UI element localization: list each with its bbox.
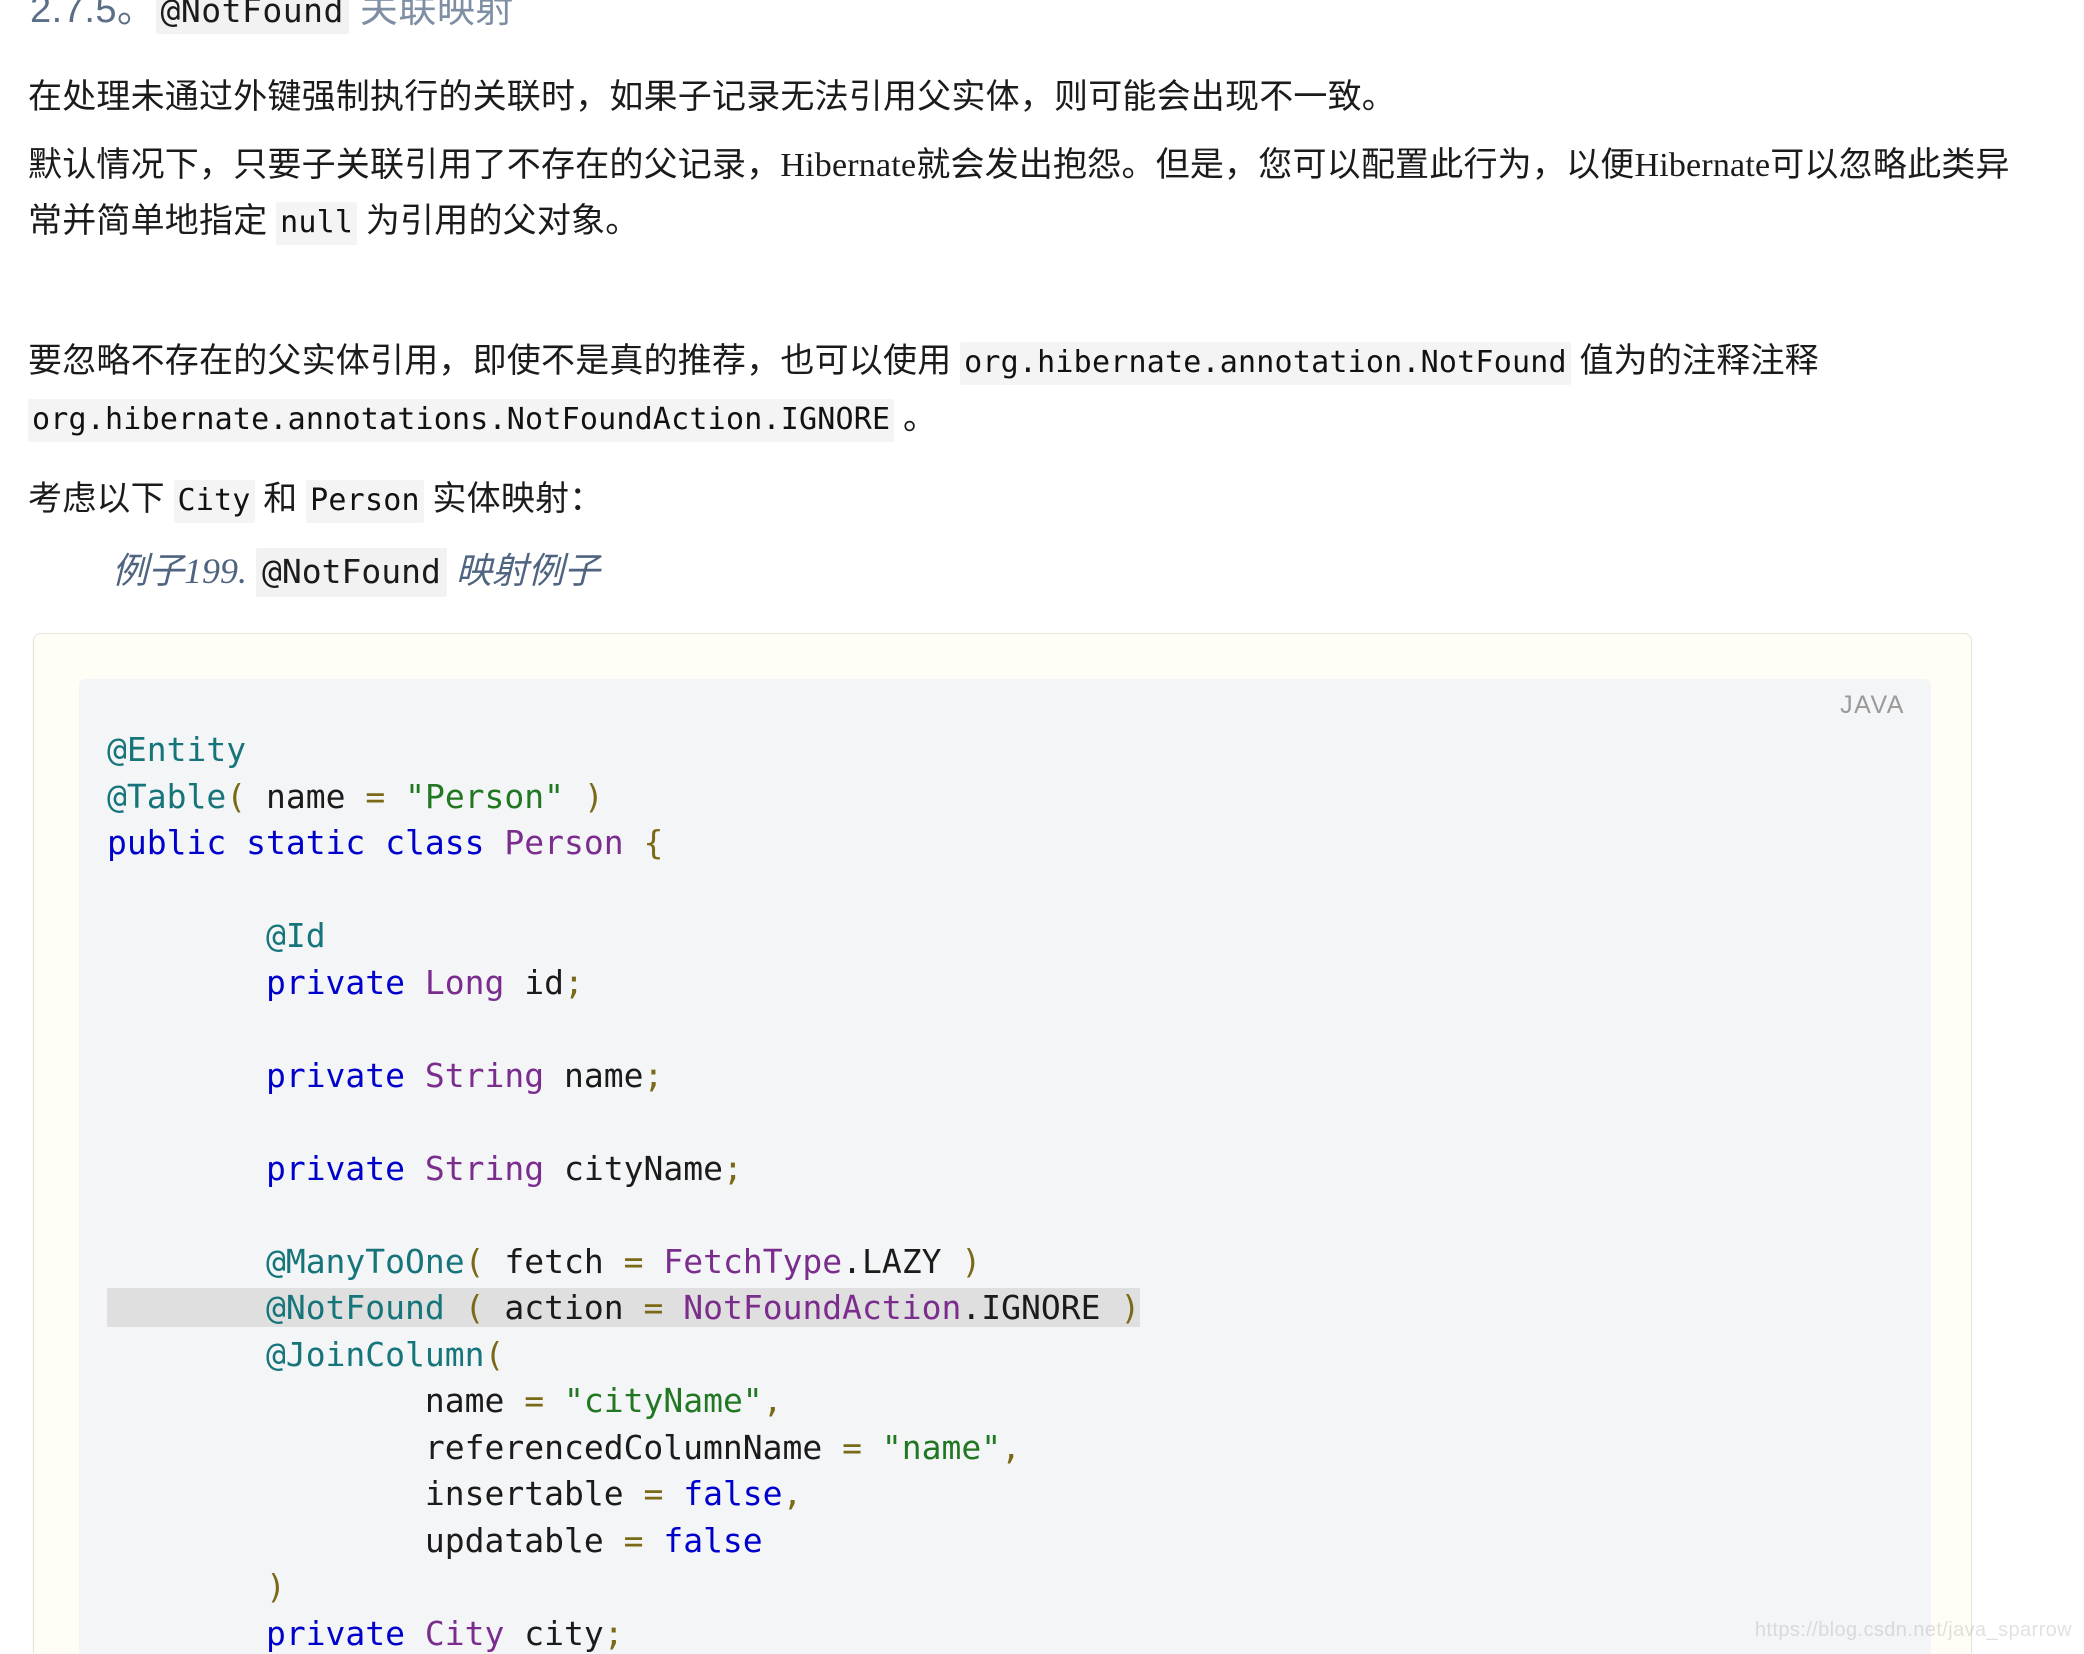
paragraph-ignore-usage-text-c: 。 [894,400,938,437]
paragraph-consider-mapping-text-b: 和 [254,481,307,518]
code-token-null: null [276,202,358,245]
document-page: 2.7.5。 @NotFound 关联映射 在处理未通过外键强制执行的关联时，如果… [0,0,2084,1654]
paragraph-intro-text: 在处理未通过外键强制执行的关联时，如果子记录无法引用父实体，则可能会出现不一致。 [28,79,1396,116]
page-title: 2.7.5。 @NotFound 关联映射 [30,0,514,34]
code-token-notfound-fqn: org.hibernate.annotation.NotFound [960,342,1571,385]
code-panel[interactable]: JAVA @Entity @Table( name = "Person" ) p… [79,679,1931,1654]
paragraph-consider-mapping-text-a: 考虑以下 [28,481,174,518]
example-caption: 例子199. @NotFound 映射例子 [112,542,600,597]
code-token-notfoundaction-ignore: org.hibernate.annotations.NotFoundAction… [28,399,895,442]
code-block[interactable]: @Entity @Table( name = "Person" ) public… [107,727,1141,1654]
paragraph-default-behavior-text-b: 为引用的父对象。 [357,203,640,240]
paragraph-ignore-usage-text-a: 要忽略不存在的父实体引用，即使不是真的推荐，也可以使用 [28,343,961,380]
paragraph-intro: 在处理未通过外键强制执行的关联时，如果子记录无法引用父实体，则可能会出现不一致。 [28,70,2048,126]
example-caption-tail: 映射例子 [455,551,600,591]
code-language-label: JAVA [1840,691,1905,719]
paragraph-consider-mapping-text-c: 实体映射： [423,481,604,518]
example-caption-label: 例子199. [112,551,248,591]
heading-number: 2.7.5。 [30,0,156,31]
heading-tail: 关联映射 [359,0,514,31]
paragraph-ignore-usage: 要忽略不存在的父实体引用，即使不是真的推荐，也可以使用 org.hibernat… [28,334,1928,448]
watermark: https://blog.csdn.net/java_sparrow [1754,1619,2072,1641]
example-caption-code-token: @NotFound [256,548,447,597]
heading-code-token: @NotFound [155,0,349,34]
code-example-card: JAVA @Entity @Table( name = "Person" ) p… [33,633,1972,1654]
paragraph-consider-mapping: 考虑以下 City 和 Person 实体映射： [28,472,1928,529]
paragraph-default-behavior: 默认情况下，只要子关联引用了不存在的父记录，Hibernate就会发出抱怨。但是… [28,138,2028,251]
code-token-city: City [173,480,255,523]
code-token-person: Person [306,480,424,523]
paragraph-ignore-usage-text-b: 值为的注释注释 [1570,343,1819,380]
